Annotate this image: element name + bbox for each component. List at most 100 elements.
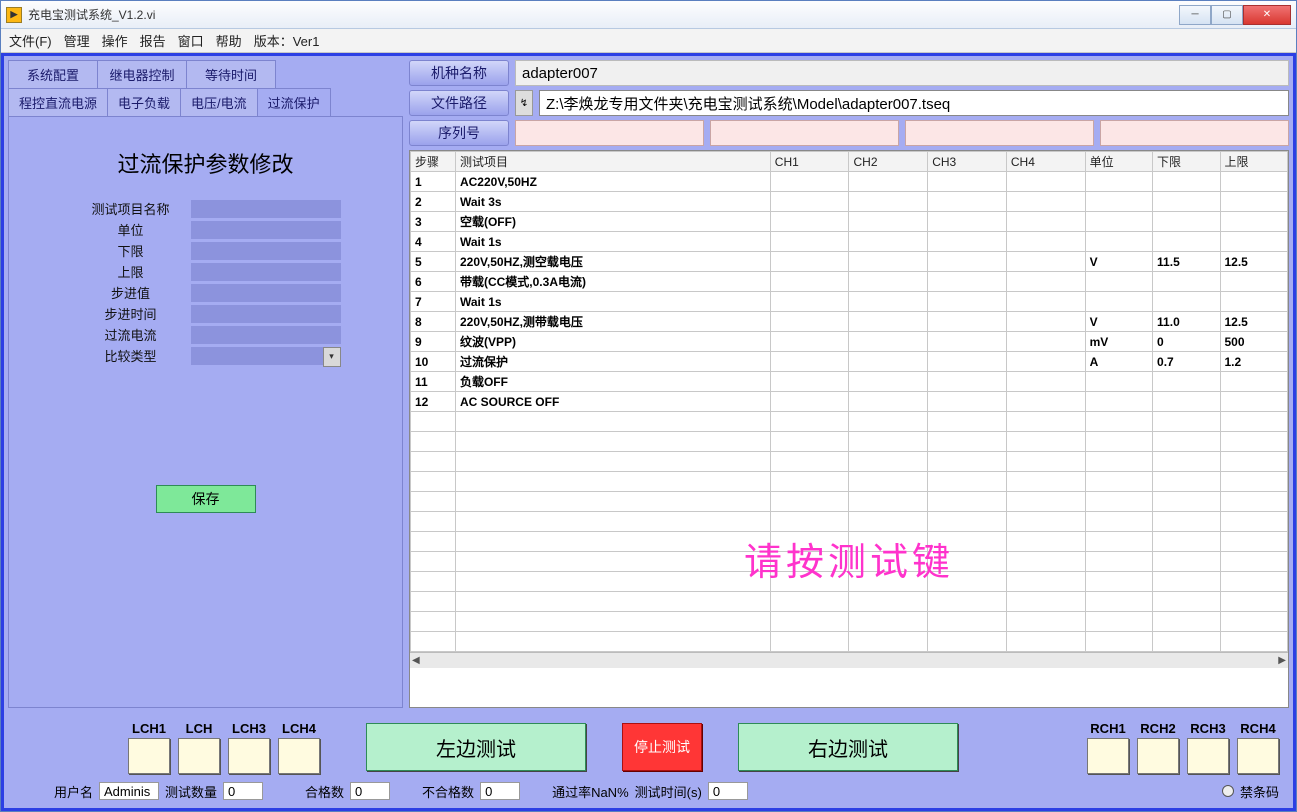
channel-label: RCH2 (1140, 721, 1175, 736)
col-header[interactable]: CH4 (1006, 152, 1085, 172)
lch-indicator[interactable] (278, 738, 320, 774)
model-value[interactable]: adapter007 (515, 60, 1289, 86)
tab-relay[interactable]: 继电器控制 (97, 60, 187, 88)
field-input[interactable] (191, 263, 341, 281)
table-row[interactable] (411, 492, 1288, 512)
time-value: 0 (708, 782, 748, 800)
fail-value: 0 (480, 782, 520, 800)
minimize-button[interactable]: ─ (1179, 5, 1211, 25)
form-row-7: 比较类型 (71, 346, 341, 365)
menu-help[interactable]: 帮助 (216, 31, 242, 50)
table-row[interactable] (411, 632, 1288, 652)
field-label: 步进时间 (71, 304, 191, 323)
pass-label: 合格数 (305, 782, 344, 801)
table-row[interactable] (411, 432, 1288, 452)
form-row-4: 步进值 (71, 283, 341, 302)
table-row[interactable]: 12AC SOURCE OFF (411, 392, 1288, 412)
field-input[interactable] (191, 284, 341, 302)
col-header[interactable]: CH2 (849, 152, 928, 172)
table-row[interactable] (411, 552, 1288, 572)
barcode-radio[interactable] (1222, 785, 1234, 797)
path-browse-icon[interactable]: ↯ (515, 90, 533, 116)
table-row[interactable]: 2Wait 3s (411, 192, 1288, 212)
rch-indicator[interactable] (1087, 738, 1129, 774)
tab-dcpower[interactable]: 程控直流电源 (8, 88, 108, 116)
stop-test-button[interactable]: 停止测试 (622, 723, 702, 771)
menu-manage[interactable]: 管理 (64, 31, 90, 50)
col-header[interactable]: 步骤 (411, 152, 456, 172)
h-scrollbar[interactable]: ◀▶ (410, 652, 1288, 668)
channel-label: LCH4 (282, 721, 316, 736)
field-input[interactable] (191, 347, 341, 365)
lch-block-1: LCH (178, 721, 220, 774)
col-header[interactable]: 下限 (1153, 152, 1220, 172)
close-button[interactable]: ✕ (1243, 5, 1291, 25)
table-row[interactable]: 8220V,50HZ,测带载电压V11.012.5 (411, 312, 1288, 332)
table-row[interactable] (411, 592, 1288, 612)
rate-label: 通过率NaN% (552, 782, 629, 801)
table-row[interactable] (411, 452, 1288, 472)
col-header[interactable]: 单位 (1085, 152, 1152, 172)
path-value[interactable]: Z:\李焕龙专用文件夹\充电宝测试系统\Model\adapter007.tse… (539, 90, 1289, 116)
menu-file[interactable]: 文件(F) (9, 31, 52, 50)
field-label: 测试项目名称 (71, 199, 191, 218)
tab-sysconfig[interactable]: 系统配置 (8, 60, 98, 88)
rch-indicator[interactable] (1137, 738, 1179, 774)
user-label: 用户名 (54, 782, 93, 801)
count-label: 测试数量 (165, 782, 217, 801)
tab-wait[interactable]: 等待时间 (186, 60, 276, 88)
maximize-button[interactable]: ▢ (1211, 5, 1243, 25)
menu-operate[interactable]: 操作 (102, 31, 128, 50)
col-header[interactable]: CH3 (928, 152, 1007, 172)
serial-field-4[interactable] (1100, 120, 1289, 146)
table-row[interactable]: 11负载OFF (411, 372, 1288, 392)
serial-field-2[interactable] (710, 120, 899, 146)
table-row[interactable] (411, 612, 1288, 632)
serial-field-3[interactable] (905, 120, 1094, 146)
table-row[interactable] (411, 472, 1288, 492)
field-input[interactable] (191, 242, 341, 260)
table-row[interactable] (411, 512, 1288, 532)
left-heading: 过流保护参数修改 (117, 147, 293, 179)
barcode-label: 禁条码 (1240, 782, 1279, 801)
field-input[interactable] (191, 200, 341, 218)
table-row[interactable]: 3空载(OFF) (411, 212, 1288, 232)
left-test-button[interactable]: 左边测试 (366, 723, 586, 771)
rch-block-2: RCH3 (1187, 721, 1229, 774)
rch-indicator[interactable] (1237, 738, 1279, 774)
table-row[interactable]: 9纹波(VPP)mV0500 (411, 332, 1288, 352)
col-header[interactable]: 上限 (1220, 152, 1288, 172)
tab-ocp[interactable]: 过流保护 (257, 88, 331, 116)
table-row[interactable]: 1AC220V,50HZ (411, 172, 1288, 192)
right-test-button[interactable]: 右边测试 (738, 723, 958, 771)
rch-indicator[interactable] (1187, 738, 1229, 774)
serial-label: 序列号 (409, 120, 509, 146)
save-button[interactable]: 保存 (156, 485, 256, 513)
tab-eload[interactable]: 电子负载 (107, 88, 181, 116)
table-row[interactable]: 5220V,50HZ,测空载电压V11.512.5 (411, 252, 1288, 272)
menu-version[interactable]: 版本：Ver1 (254, 31, 320, 50)
col-header[interactable]: CH1 (770, 152, 849, 172)
menu-window[interactable]: 窗口 (178, 31, 204, 50)
table-row[interactable]: 4Wait 1s (411, 232, 1288, 252)
table-row[interactable] (411, 412, 1288, 432)
field-input[interactable] (191, 326, 341, 344)
tab-voltcurr[interactable]: 电压/电流 (180, 88, 258, 116)
titlebar: ▶ 充电宝测试系统_V1.2.vi ─ ▢ ✕ (1, 1, 1296, 29)
field-input[interactable] (191, 305, 341, 323)
right-panel: 机种名称 adapter007 文件路径 ↯ Z:\李焕龙专用文件夹\充电宝测试… (409, 60, 1289, 708)
table-row[interactable]: 10过流保护A0.71.2 (411, 352, 1288, 372)
lch-indicator[interactable] (128, 738, 170, 774)
time-label: 测试时间(s) (635, 782, 702, 801)
table-row[interactable]: 7Wait 1s (411, 292, 1288, 312)
field-input[interactable] (191, 221, 341, 239)
table-row[interactable] (411, 572, 1288, 592)
table-row[interactable] (411, 532, 1288, 552)
menu-report[interactable]: 报告 (140, 31, 166, 50)
lch-indicator[interactable] (178, 738, 220, 774)
col-header[interactable]: 测试项目 (455, 152, 770, 172)
lch-block-2: LCH3 (228, 721, 270, 774)
table-row[interactable]: 6带载(CC模式,0.3A电流) (411, 272, 1288, 292)
serial-field-1[interactable] (515, 120, 704, 146)
lch-indicator[interactable] (228, 738, 270, 774)
